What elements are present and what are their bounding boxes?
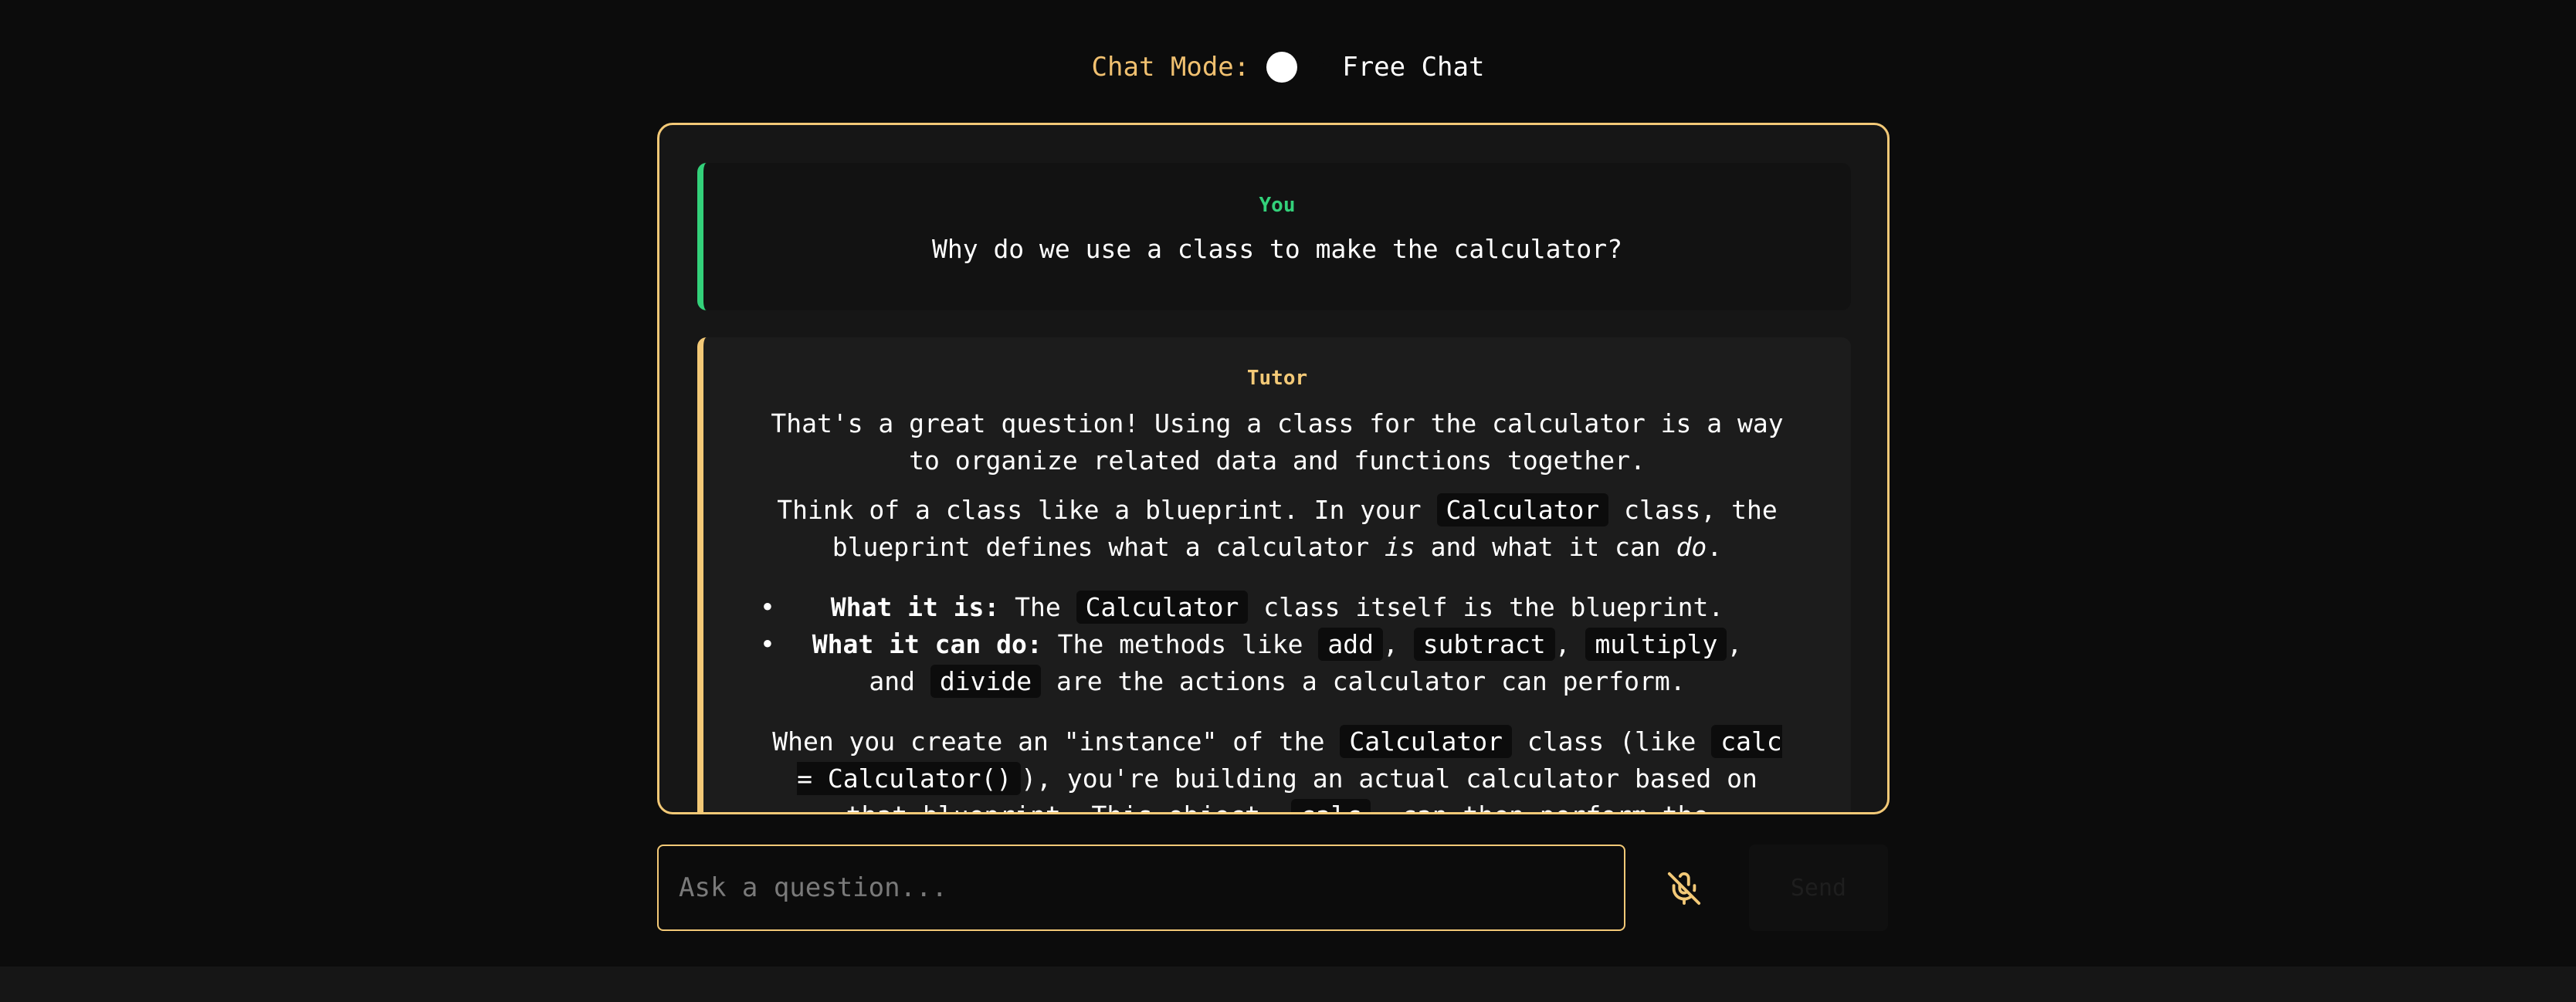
inline-code: Calculator <box>1076 591 1249 624</box>
tutor-message-body: That's a great question! Using a class f… <box>760 405 1795 812</box>
user-message: You Why do we use a class to make the ca… <box>697 163 1851 310</box>
inline-code: Calculator <box>1436 493 1609 526</box>
tutor-sender-label: Tutor <box>1246 367 1308 390</box>
chat-mode-value: Free Chat <box>1342 52 1485 83</box>
tutor-paragraph: Think of a class like a blueprint. In yo… <box>777 493 1778 562</box>
inline-code: Calculator <box>1340 725 1513 758</box>
page: Chat Mode: Free Chat You Why do we use a… <box>0 0 2576 1002</box>
list-item: • What it is: The Calculator class itsel… <box>760 589 1795 626</box>
bullet-dot: • <box>760 592 775 622</box>
chat-panel[interactable]: You Why do we use a class to make the ca… <box>657 123 1890 814</box>
chat-mode-toggle[interactable] <box>1266 52 1324 83</box>
user-message-text: Why do we use a class to make the calcul… <box>931 234 1623 264</box>
mic-button[interactable] <box>1661 865 1707 912</box>
inline-code: subtract <box>1413 628 1555 661</box>
tutor-paragraph: When you create an "instance" of the Cal… <box>760 723 1795 812</box>
inline-code: divide <box>930 665 1042 698</box>
list-item: • What it can do: The methods like add, … <box>760 626 1795 700</box>
question-input[interactable] <box>657 845 1625 931</box>
toggle-knob <box>1266 52 1298 83</box>
inline-code: multiply <box>1585 628 1727 661</box>
tutor-paragraph: That's a great question! Using a class f… <box>771 408 1784 476</box>
bullet-dot: • <box>760 629 775 659</box>
chat-mode-label: Chat Mode: <box>1091 52 1250 83</box>
chat-mode-row: Chat Mode: Free Chat <box>0 48 2576 86</box>
tutor-bullet-list: • What it is: The Calculator class itsel… <box>760 589 1795 700</box>
inline-code: add <box>1318 628 1383 661</box>
user-sender-label: You <box>1259 194 1296 217</box>
microphone-off-icon <box>1667 872 1701 906</box>
tutor-message: Tutor That's a great question! Using a c… <box>697 337 1851 812</box>
footer-strip <box>0 966 2576 1002</box>
inline-code: calc <box>1290 799 1371 812</box>
send-button[interactable]: Send <box>1749 845 1888 931</box>
